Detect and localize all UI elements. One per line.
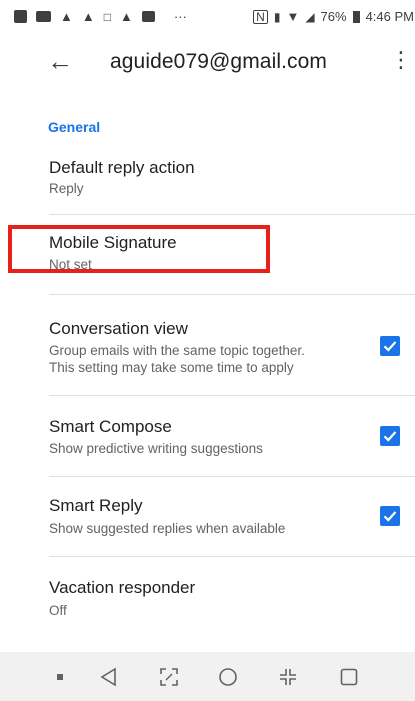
divider [49,294,415,295]
notification-icons: ▲ ▲ □ ▲ ··· [14,9,187,24]
setting-title: Conversation view [49,319,188,338]
check-icon [383,341,397,352]
video-icon [36,11,51,22]
drive-icon: ▲ [60,9,73,24]
calendar-icon [14,10,27,23]
status-bar: ▲ ▲ □ ▲ ··· N ▮ ▼ ◢ 76% 4:46 PM [0,0,415,34]
nfc-icon: N [253,9,268,24]
setting-subtitle: Show predictive writing suggestions [49,441,263,456]
back-arrow-icon[interactable]: ← [44,47,76,77]
setting-subtitle: Group emails with the same topic togethe… [49,342,305,376]
setting-vacation-responder[interactable]: Vacation responder Off [0,557,415,627]
setting-subtitle: Off [49,603,67,618]
setting-smart-reply[interactable]: Smart Reply Show suggested replies when … [0,477,415,556]
setting-subtitle-line1: Group emails with the same topic togethe… [49,343,305,358]
system-indicators: N ▮ ▼ ◢ 76% 4:46 PM [253,9,415,24]
setting-conversation-view[interactable]: Conversation view Group emails with the … [0,306,415,392]
setting-mobile-signature[interactable]: Mobile Signature Not set [0,226,415,288]
lock-icon: □ [103,9,111,24]
wifi-icon: ▼ [286,9,300,24]
navigation-bar [0,652,415,701]
setting-title: Default reply action [49,158,195,177]
setting-default-reply-action[interactable]: Default reply action Reply [0,150,415,214]
back-triangle-icon[interactable] [94,652,122,701]
setting-subtitle-line2: This setting may take some time to apply [49,360,294,375]
more-options-icon[interactable]: ⋮ [390,46,412,76]
setting-title: Smart Compose [49,417,172,436]
setting-title: Mobile Signature [49,233,177,252]
more-notifications-icon: ··· [173,9,187,24]
home-circle-icon[interactable] [214,652,242,701]
smart-reply-checkbox[interactable] [380,506,400,526]
warning-icon: ▲ [81,9,95,24]
smart-compose-checkbox[interactable] [380,426,400,446]
account-title: aguide079@gmail.com [110,50,328,73]
setting-title: Smart Reply [49,496,143,515]
signal-icon: ◢ [305,9,315,24]
divider [49,214,415,215]
collapse-icon[interactable] [274,652,302,701]
recents-square-icon[interactable] [335,652,363,701]
clock: 4:46 PM [365,9,414,24]
setting-title: Vacation responder [49,578,196,597]
battery-icon [352,10,360,23]
image-icon [141,11,155,22]
square-dot-icon[interactable] [50,652,70,701]
conversation-view-checkbox[interactable] [380,336,400,356]
check-icon [383,511,397,522]
vibrate-icon: ▮ [273,9,281,24]
setting-subtitle: Show suggested replies when available [49,521,286,536]
section-header-general: General [48,119,101,135]
screenshot-icon[interactable] [155,652,183,701]
check-icon [383,431,397,442]
battery-percent: 76% [320,9,347,24]
setting-smart-compose[interactable]: Smart Compose Show predictive writing su… [0,396,415,476]
app-bar: ← aguide079@gmail.com ⋮ [0,34,415,90]
setting-subtitle: Not set [49,257,92,272]
setting-subtitle: Reply [49,181,84,196]
person-icon: ▲ [120,9,133,24]
